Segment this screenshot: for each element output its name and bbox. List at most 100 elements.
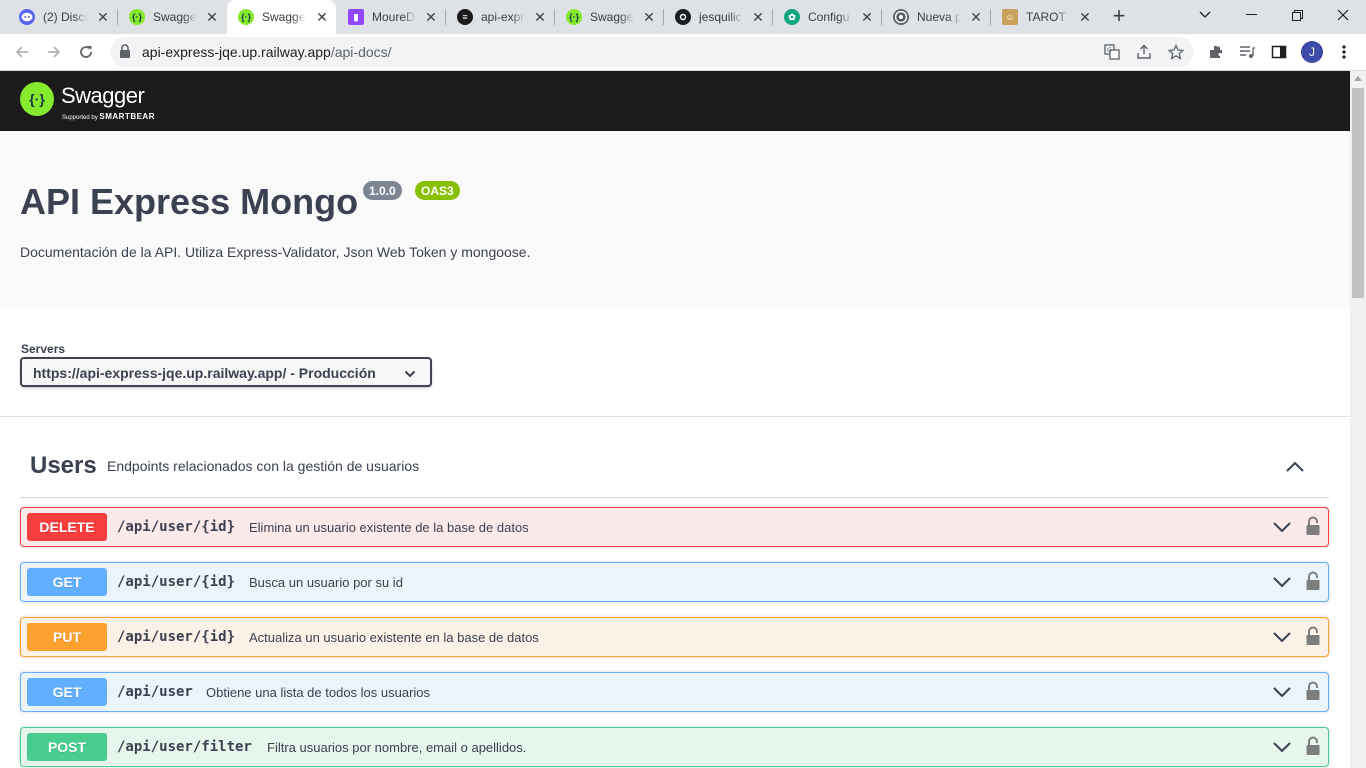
operation-summary: Obtiene una lista de todos los usuarios <box>206 685 431 700</box>
swagger-logo-subtitle: Supported by SMARTBEAR <box>62 112 155 121</box>
extensions-icon[interactable] <box>1206 42 1226 62</box>
operation-delete-user-id[interactable]: DELETE /api/user/{id} Elimina un usuario… <box>20 507 1329 547</box>
logo-brand-text: SMARTBEAR <box>99 112 155 121</box>
operation-path: /api/user/{id} <box>117 519 236 535</box>
chevron-down-icon[interactable] <box>1272 630 1292 649</box>
reload-icon[interactable] <box>72 38 100 66</box>
method-badge: DELETE <box>27 513 107 541</box>
lock-icon[interactable] <box>1306 626 1320 651</box>
tab-title: Swagger <box>153 10 197 24</box>
lock-icon[interactable] <box>1306 681 1320 706</box>
railway-icon: ≡ <box>457 9 473 25</box>
oas-badge: OAS3 <box>415 181 460 200</box>
back-icon[interactable] <box>8 38 36 66</box>
browser-tab-9[interactable]: ☺ TAROT T ✕ <box>990 0 1099 34</box>
browser-tab-0[interactable]: (2) Disco ✕ <box>0 0 117 34</box>
close-window-icon[interactable] <box>1320 0 1366 30</box>
browser-tab-5[interactable]: {·} Swagger ✕ <box>554 0 663 34</box>
browser-tab-8[interactable]: Nueva p ✕ <box>881 0 990 34</box>
browser-toolbar: api-express-jqe.up.railway.app/api-docs/… <box>0 34 1366 71</box>
browser-tab-7[interactable]: ✿ Configu ✕ <box>772 0 881 34</box>
chevron-up-icon[interactable] <box>1285 457 1305 482</box>
api-description: Documentación de la API. Utiliza Express… <box>20 244 531 260</box>
operation-path: /api/user/filter <box>117 739 252 755</box>
close-tab-icon[interactable]: ✕ <box>532 9 548 25</box>
address-bar[interactable]: api-express-jqe.up.railway.app/api-docs/… <box>110 37 1194 67</box>
tab-title: TAROT T <box>1026 10 1070 24</box>
version-badge: 1.0.0 <box>363 181 402 200</box>
chevron-down-icon[interactable] <box>1272 685 1292 704</box>
servers-select[interactable]: https://api-express-jqe.up.railway.app/ … <box>20 357 432 387</box>
swagger-icon: {·} <box>566 9 582 25</box>
chevron-down-icon[interactable] <box>1272 575 1292 594</box>
tab-strip: (2) Disco ✕ {·} Swagger ✕ {·} Swagger ✕ … <box>0 0 1366 34</box>
close-tab-icon[interactable]: ✕ <box>750 9 766 25</box>
chatgpt-icon: ✿ <box>784 9 800 25</box>
close-tab-icon[interactable]: ✕ <box>314 9 330 25</box>
discord-icon <box>19 9 35 25</box>
url-path: /api-docs/ <box>330 44 392 60</box>
chevron-down-icon[interactable] <box>1272 520 1292 539</box>
operation-path: /api/user <box>117 684 193 700</box>
operation-get-users[interactable]: GET /api/user Obtiene una lista de todos… <box>20 672 1329 712</box>
media-controls-icon[interactable] <box>1237 42 1257 62</box>
swagger-logo-icon[interactable]: {·} <box>20 82 54 116</box>
bookmark-star-icon[interactable] <box>1166 42 1186 62</box>
lock-icon[interactable] <box>1306 736 1320 761</box>
tab-title: Swagger <box>262 10 306 24</box>
url-host: api-express-jqe.up.railway.app <box>142 44 331 60</box>
close-tab-icon[interactable]: ✕ <box>968 9 984 25</box>
close-tab-icon[interactable]: ✕ <box>423 9 439 25</box>
operation-summary: Busca un usuario por su id <box>249 575 403 590</box>
operation-summary: Filtra usuarios por nombre, email o apel… <box>267 740 527 755</box>
close-tab-icon[interactable]: ✕ <box>641 9 657 25</box>
chevron-down-icon <box>404 367 416 385</box>
side-panel-icon[interactable] <box>1269 42 1289 62</box>
tag-name: Users <box>30 452 97 479</box>
lock-icon[interactable] <box>119 44 131 63</box>
close-tab-icon[interactable]: ✕ <box>1077 9 1093 25</box>
browser-tab-1[interactable]: {·} Swagger ✕ <box>117 0 226 34</box>
swagger-logo-text[interactable]: Swagger <box>61 83 145 109</box>
translate-icon[interactable]: G <box>1102 42 1122 62</box>
servers-label: Servers <box>21 342 66 356</box>
forward-icon[interactable] <box>40 38 68 66</box>
tab-title: Swagger <box>590 10 634 24</box>
swagger-icon: {·} <box>238 9 254 25</box>
page-scrollbar[interactable] <box>1350 71 1366 768</box>
api-title: API Express Mongo <box>20 181 359 222</box>
lock-icon[interactable] <box>1306 516 1320 541</box>
tarot-icon: ☺ <box>1002 9 1018 25</box>
browser-tab-3[interactable]: ▮ MoureDe ✕ <box>336 0 445 34</box>
browser-menu-icon[interactable] <box>1334 42 1354 62</box>
browser-tab-4[interactable]: ≡ api-expr ✕ <box>445 0 554 34</box>
close-tab-icon[interactable]: ✕ <box>859 9 875 25</box>
operation-get-user-id[interactable]: GET /api/user/{id} Busca un usuario por … <box>20 562 1329 602</box>
scrollbar-thumb[interactable] <box>1352 88 1364 298</box>
browser-tab-6[interactable]: jesquilic ✕ <box>663 0 772 34</box>
tab-title: api-expr <box>481 10 525 24</box>
close-tab-icon[interactable]: ✕ <box>204 9 220 25</box>
new-tab-icon[interactable]: + <box>1107 5 1131 29</box>
minimize-icon[interactable] <box>1228 0 1274 30</box>
lock-icon[interactable] <box>1306 571 1320 596</box>
tag-section-users[interactable]: Users Endpoints relacionados con la gest… <box>20 437 1329 498</box>
github-icon <box>675 9 691 25</box>
operation-put-user-id[interactable]: PUT /api/user/{id} Actualiza un usuario … <box>20 617 1329 657</box>
share-icon[interactable] <box>1134 42 1154 62</box>
restore-icon[interactable] <box>1274 0 1320 30</box>
tag-description: Endpoints relacionados con la gestión de… <box>107 458 420 474</box>
tab-search-icon[interactable] <box>1182 0 1228 30</box>
servers-section: Servers https://api-express-jqe.up.railw… <box>0 309 1350 417</box>
twitch-icon: ▮ <box>348 9 364 25</box>
url-text: api-express-jqe.up.railway.app/api-docs/ <box>142 44 392 60</box>
profile-avatar[interactable]: J <box>1301 41 1323 63</box>
chevron-down-icon[interactable] <box>1272 740 1292 759</box>
scroll-up-icon[interactable] <box>1354 76 1362 81</box>
close-tab-icon[interactable]: ✕ <box>95 9 111 25</box>
browser-tab-2-active[interactable]: {·} Swagger ✕ <box>227 0 336 34</box>
operation-summary: Actualiza un usuario existente en la bas… <box>249 630 539 645</box>
tab-title: MoureDe <box>372 10 416 24</box>
operation-summary: Elimina un usuario existente de la base … <box>249 520 529 535</box>
operation-post-user-filter[interactable]: POST /api/user/filter Filtra usuarios po… <box>20 727 1329 767</box>
